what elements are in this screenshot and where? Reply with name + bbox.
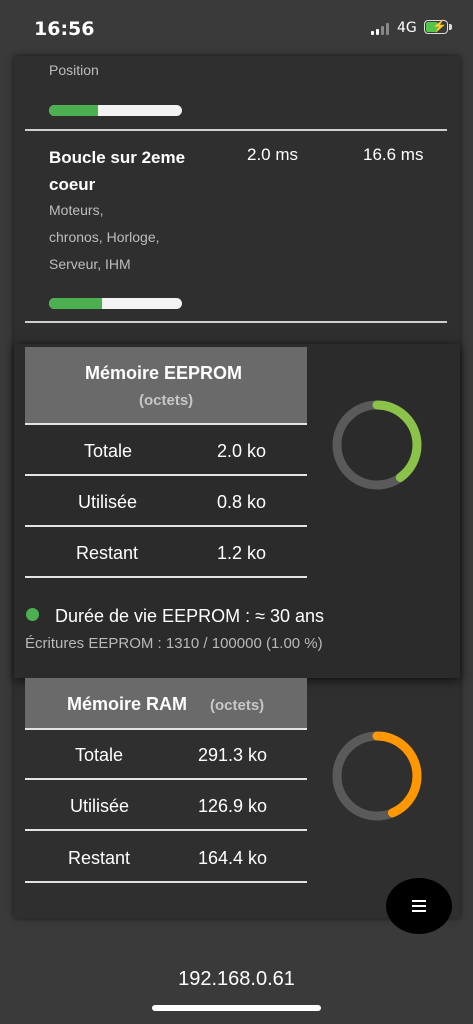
eeprom-row-value: 1.2 ko [217,543,267,563]
divider [25,576,307,578]
network-type: 4G [397,20,417,36]
ram-row-value: 291.3 ko [198,745,268,765]
eeprom-writes: Écritures EEPROM : 1310 / 100000 (1.00 %… [25,635,323,652]
ram-usage-donut [332,731,422,821]
ram-title: Mémoire RAM [67,694,188,714]
divider [25,423,307,425]
home-indicator[interactable] [152,1005,321,1011]
task-description-line: chronos, Horloge, [49,229,160,245]
battery-icon: ⚡ [424,19,452,34]
eeprom-row-value: 2.0 ko [217,441,267,461]
task-name: Boucle sur 2eme coeur [49,148,186,194]
ram-row-value: 126.9 ko [198,796,268,816]
eeprom-usage-donut [332,400,422,490]
divider [25,728,307,730]
task-description: Position [49,62,99,78]
divider [25,321,447,323]
status-bar: 16:56 4G ⚡ [0,0,473,56]
eeprom-header [25,347,307,423]
ram-row-label: Utilisée [70,796,130,816]
divider [25,778,307,780]
ram-row-label: Restant [68,848,131,868]
eeprom-unit: (octets) [139,392,194,409]
task-progress-bar [49,105,182,116]
ram-row-label: Totale [75,745,124,765]
divider [25,881,307,883]
eeprom-row-label: Utilisée [78,492,138,512]
eeprom-row-value: 0.8 ko [217,492,267,512]
task-progress-bar [49,298,182,309]
task-description-line: Serveur, IHM [49,256,131,272]
divider [25,829,307,831]
status-dot-icon [26,608,39,621]
divider [25,129,447,131]
eeprom-lifetime: Durée de vie EEPROM : ≈ 30 ans [55,606,324,626]
ram-row-value: 164.4 ko [198,848,268,868]
divider [25,525,307,527]
task-max-time: 16.6 ms [363,145,424,164]
eeprom-title: Mémoire EEPROM [85,363,243,383]
eeprom-row-label: Restant [76,543,139,563]
ram-unit: (octets) [210,697,265,714]
address-url[interactable]: 192.168.0.61 [0,968,473,991]
divider [25,474,307,476]
menu-button[interactable] [386,878,452,934]
task-current-time: 2.0 ms [247,145,299,164]
menu-icon [412,900,426,912]
task-description-line: Moteurs, [49,202,104,218]
signal-icon [371,23,391,35]
clock: 16:56 [34,18,95,40]
eeprom-row-label: Totale [84,441,133,461]
